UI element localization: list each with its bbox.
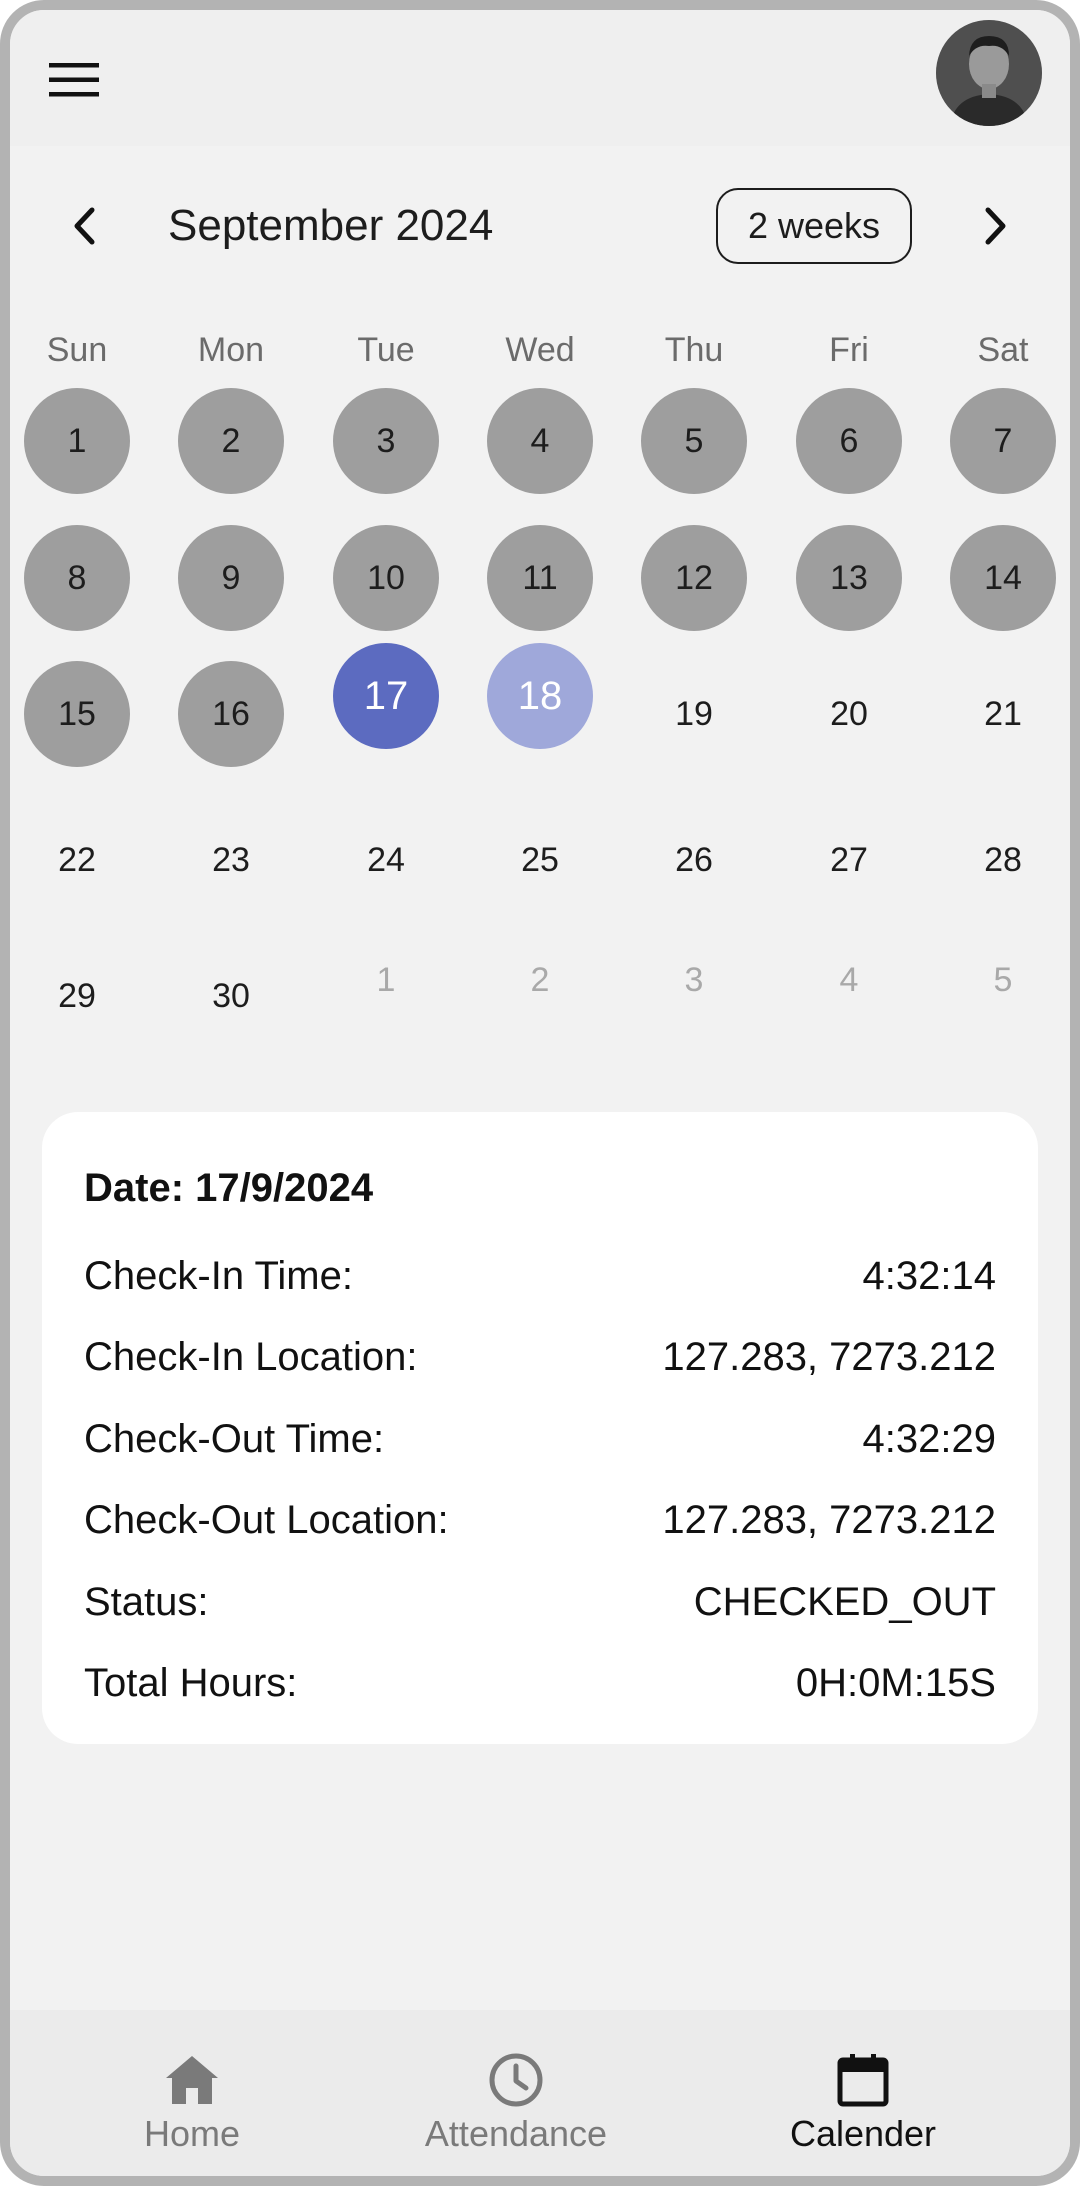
clock-icon (486, 2050, 546, 2110)
detail-label: Check-Out Time: (84, 1416, 385, 1461)
calendar-day[interactable]: 19 (641, 661, 747, 767)
calendar-day-outside[interactable]: 4 (796, 927, 902, 1033)
detail-value: 127.283, 7273.212 (662, 1334, 996, 1379)
chevron-left-icon[interactable] (54, 196, 114, 256)
detail-row: Check-Out Location: 127.283, 7273.212 (84, 1490, 996, 1550)
details-date: Date: 17/9/2024 (84, 1166, 374, 1210)
hamburger-menu-icon[interactable] (44, 50, 104, 110)
calendar-day-outside[interactable]: 5 (950, 927, 1056, 1033)
calendar-day-today[interactable]: 18 (487, 643, 593, 749)
calendar-day[interactable]: 5 (641, 388, 747, 494)
calendar-day[interactable]: 7 (950, 388, 1056, 494)
nav-item-calender[interactable]: Calender (713, 2010, 1013, 2176)
detail-label: Check-In Time: (84, 1253, 353, 1298)
detail-row: Status: CHECKED_OUT (84, 1572, 996, 1632)
calendar-day[interactable]: 12 (641, 525, 747, 631)
phone-frame: September 2024 2 weeks Sun Mon Tue Wed T… (0, 0, 1080, 2186)
attendance-details-card: Date: 17/9/2024 Check-In Time: 4:32:14 C… (42, 1112, 1038, 1744)
weekday-label: Fri (829, 331, 869, 369)
calendar-day[interactable]: 10 (333, 525, 439, 631)
calendar-day[interactable]: 1 (24, 388, 130, 494)
weekday-label: Sat (977, 331, 1029, 369)
app-bar (10, 10, 1070, 146)
detail-row: Check-Out Time: 4:32:29 (84, 1409, 996, 1469)
weekday-label: Sun (46, 331, 108, 369)
nav-item-home[interactable]: Home (42, 2010, 342, 2176)
nav-item-attendance[interactable]: Attendance (366, 2010, 666, 2176)
calendar-day[interactable]: 23 (178, 807, 284, 913)
calendar-day[interactable]: 27 (796, 807, 902, 913)
weekday-label: Wed (505, 331, 575, 369)
calendar-day[interactable]: 30 (178, 943, 284, 1049)
nav-label-calender: Calender (789, 2113, 937, 2154)
user-avatar[interactable] (936, 20, 1042, 126)
calendar-day-outside[interactable]: 3 (641, 927, 747, 1033)
detail-value: 4:32:29 (862, 1416, 996, 1461)
nav-label-attendance: Attendance (424, 2113, 608, 2154)
detail-row: Total Hours: 0H:0M:15S (84, 1653, 996, 1713)
month-title[interactable]: September 2024 (168, 186, 493, 266)
calendar-day[interactable]: 25 (487, 807, 593, 913)
weekday-label: Mon (197, 331, 265, 369)
calendar-day-outside[interactable]: 2 (487, 927, 593, 1033)
detail-value: 4:32:14 (862, 1253, 996, 1298)
calendar-day[interactable]: 11 (487, 525, 593, 631)
detail-row: Check-In Time: 4:32:14 (84, 1246, 996, 1306)
calendar-day-outside[interactable]: 1 (333, 927, 439, 1033)
weekday-label: Thu (664, 331, 724, 369)
detail-row: Check-In Location: 127.283, 7273.212 (84, 1327, 996, 1387)
calendar-icon (833, 2050, 893, 2110)
home-icon (162, 2050, 222, 2110)
detail-value: 127.283, 7273.212 (662, 1497, 996, 1542)
calendar-day[interactable]: 16 (178, 661, 284, 767)
calendar-day[interactable]: 6 (796, 388, 902, 494)
calendar-day[interactable]: 24 (333, 807, 439, 913)
detail-label: Total Hours: (84, 1660, 298, 1705)
detail-label: Check-In Location: (84, 1334, 418, 1379)
weekday-row: Sun Mon Tue Wed Thu Fri Sat (10, 320, 1070, 380)
calendar-day[interactable]: 29 (24, 943, 130, 1049)
calendar-day[interactable]: 14 (950, 525, 1056, 631)
calendar-day[interactable]: 9 (178, 525, 284, 631)
calendar-day[interactable]: 15 (24, 661, 130, 767)
calendar-day[interactable]: 2 (178, 388, 284, 494)
calendar-day[interactable]: 3 (333, 388, 439, 494)
calendar-day[interactable]: 21 (950, 661, 1056, 767)
detail-value: 0H:0M:15S (795, 1660, 996, 1705)
calendar-day[interactable]: 22 (24, 807, 130, 913)
nav-label-home: Home (143, 2113, 241, 2154)
detail-label: Status: (84, 1579, 209, 1624)
calendar-day[interactable]: 26 (641, 807, 747, 913)
calendar-day[interactable]: 4 (487, 388, 593, 494)
calendar-day[interactable]: 13 (796, 525, 902, 631)
calendar-day[interactable]: 28 (950, 807, 1056, 913)
bottom-navigation: Home Attendance Calender (10, 2010, 1070, 2176)
detail-value: CHECKED_OUT (693, 1579, 996, 1624)
calendar-day[interactable]: 8 (24, 525, 130, 631)
format-toggle-button[interactable]: 2 weeks (716, 188, 912, 264)
detail-label: Check-Out Location: (84, 1497, 449, 1542)
calendar-header: September 2024 2 weeks (10, 186, 1070, 266)
chevron-right-icon[interactable] (966, 196, 1026, 256)
weekday-label: Tue (357, 331, 415, 369)
calendar-day[interactable]: 20 (796, 661, 902, 767)
calendar-day-selected[interactable]: 17 (333, 643, 439, 749)
